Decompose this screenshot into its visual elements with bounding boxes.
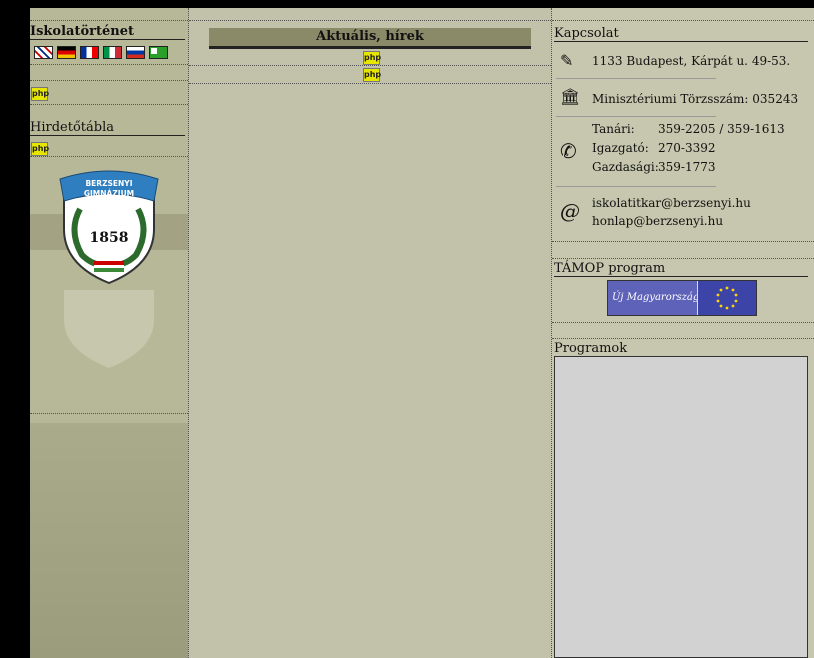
logo-text-top: BERZSENYI [85,179,132,188]
flag-de-icon[interactable] [57,46,76,59]
building-icon: 🏛 [560,87,581,106]
school-logo: BERZSENYI GIMNÁZIUM 1858 [59,170,159,285]
divider [552,241,814,242]
noticeboard-title: Hirdetőtábla [30,120,185,136]
divider [30,64,188,65]
divider [30,80,188,81]
divider [556,186,716,187]
logo-year: 1858 [90,230,129,246]
programs-panel[interactable] [554,356,808,658]
divider [556,116,716,117]
divider [552,322,814,323]
phone-icon: ✆ [560,139,577,163]
left-sidebar: Iskolatörténet php Hirdetőtábla php BERZ… [30,8,189,658]
divider [189,20,551,21]
divider [189,83,551,84]
php-icon[interactable]: php [31,142,49,156]
divider [556,78,716,79]
flag-ru-icon[interactable] [126,46,145,59]
phone-label-principal: Igazgató: [592,141,649,155]
banner-text: Új Magyarország [612,292,700,303]
phone-value-teacher: 359-2205 / 359-1613 [658,122,785,136]
news-column: Aktuális, hírek php php [189,8,552,658]
divider [552,338,814,339]
email-secretary[interactable]: iskolatitkar@berzsenyi.hu [592,196,808,210]
php-icon[interactable]: php [363,51,381,65]
uj-magyarorszag-banner[interactable]: Új Magyarország [607,280,757,316]
divider [552,20,814,21]
php-icon[interactable]: php [363,68,381,82]
sidebar-gradient [30,423,188,658]
phone-value-principal: 270-3392 [658,141,716,155]
contact-title: Kapcsolat [554,26,808,42]
divider [30,156,188,157]
divider [30,104,188,105]
flag-it-icon[interactable] [103,46,122,59]
right-sidebar: Kapcsolat ✎ 1133 Budapest, Kárpát u. 49-… [552,8,814,658]
history-title: Iskolatörténet [30,24,185,40]
programs-title: Programok [554,341,808,357]
phone-label-teacher: Tanári: [592,122,635,136]
divider [552,258,814,259]
logo-text-bottom: GIMNÁZIUM [84,189,134,198]
flag-uk-icon[interactable] [34,46,53,59]
phone-label-finance: Gazdasági: [592,160,659,174]
email-webmaster[interactable]: honlap@berzsenyi.hu [592,214,808,228]
flag-eo-icon[interactable] [149,46,168,59]
php-icon[interactable]: php [31,87,49,101]
divider [30,20,188,21]
news-title: Aktuális, hírek [209,28,531,49]
at-sign-icon: @ [560,199,580,223]
divider [30,413,188,414]
pencil-icon: ✎ [560,51,574,70]
flag-fr-icon[interactable] [80,46,99,59]
logo-reflection [64,290,154,368]
divider [189,65,551,66]
ministry-id: Minisztériumi Törzsszám: 035243 [592,92,799,106]
phone-value-finance: 359-1773 [658,160,716,174]
address: 1133 Budapest, Kárpát u. 49-53. [592,54,791,68]
eu-flag-icon [697,281,756,315]
tamop-title: TÁMOP program [554,261,808,277]
